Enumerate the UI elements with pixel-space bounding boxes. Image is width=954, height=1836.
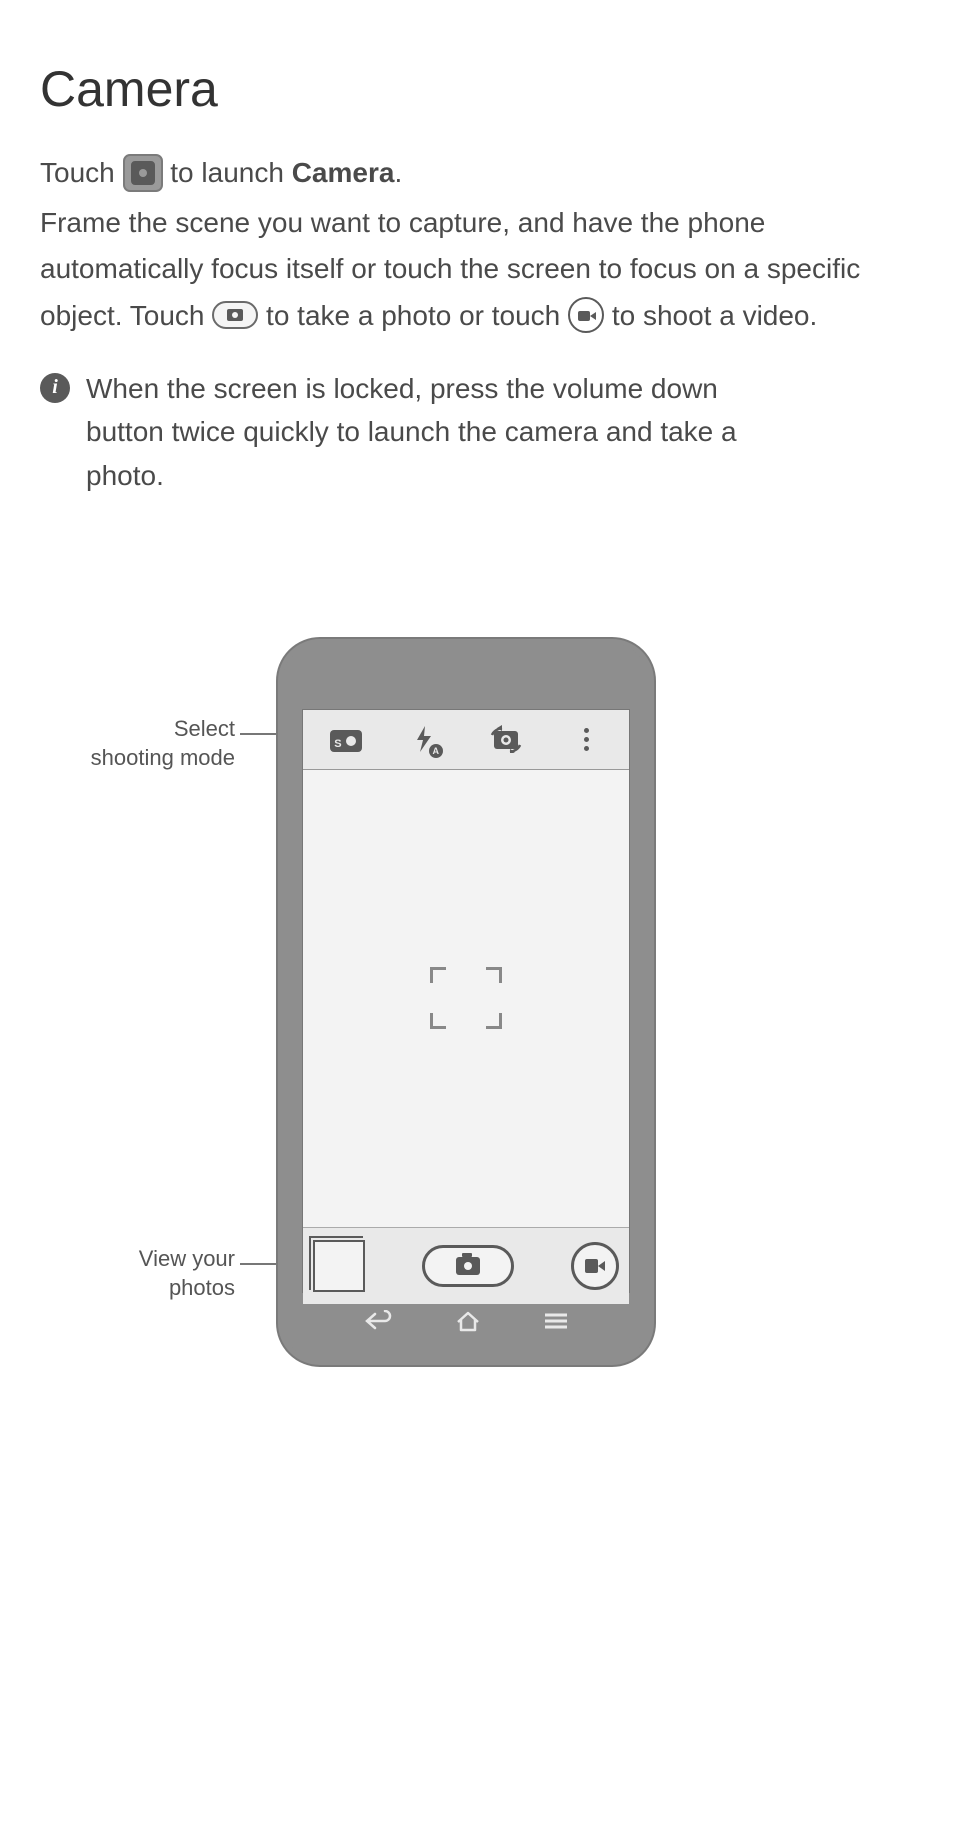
callout-gallery: View your photos [115, 1245, 235, 1302]
shutter-button[interactable] [422, 1245, 514, 1287]
callout-line2: photos [169, 1275, 235, 1300]
shutter-inline-icon [212, 301, 258, 329]
text-fragment: to launch [170, 157, 291, 188]
recent-apps-icon[interactable] [543, 1311, 569, 1331]
video-icon [585, 1259, 605, 1273]
camera-icon [456, 1257, 480, 1275]
camera-top-bar: S A [303, 710, 629, 770]
video-record-button[interactable] [571, 1242, 619, 1290]
tip-block: i When the screen is locked, press the v… [40, 367, 914, 497]
callout-line2: shooting mode [91, 745, 235, 770]
home-icon[interactable] [454, 1310, 482, 1332]
intro-text: Touch to launch Camera. Frame the scene … [40, 150, 914, 339]
text-bold: Camera [292, 157, 395, 188]
video-inline-icon [568, 297, 604, 333]
text-fragment: to take a photo or touch [266, 300, 568, 331]
page-title: Camera [40, 60, 914, 118]
switch-camera-button[interactable] [486, 725, 526, 753]
flash-auto-icon: A [411, 724, 441, 754]
figure: Select shooting mode View your photos S [40, 637, 914, 1397]
focus-indicator-icon [430, 967, 502, 1029]
gallery-button[interactable] [313, 1240, 365, 1292]
viewfinder[interactable] [303, 770, 629, 1228]
phone-screen: S A [302, 709, 630, 1293]
shooting-mode-icon: S [328, 726, 362, 752]
text-fragment: to shoot a video. [612, 300, 817, 331]
camera-app-icon [123, 154, 163, 192]
android-nav-bar [302, 1301, 630, 1341]
callout-line1: View your [139, 1246, 235, 1271]
shooting-mode-button[interactable]: S [325, 726, 365, 752]
callout-shooting-mode: Select shooting mode [75, 715, 235, 772]
back-icon[interactable] [363, 1310, 393, 1332]
kebab-icon [584, 728, 589, 751]
tip-text: When the screen is locked, press the vol… [86, 367, 914, 497]
flash-button[interactable]: A [406, 724, 446, 754]
switch-camera-icon [488, 725, 524, 753]
text-fragment: Touch [40, 157, 123, 188]
phone-mockup: S A [276, 637, 656, 1367]
text-fragment: . [394, 157, 402, 188]
callout-line1: Select [174, 716, 235, 741]
overflow-menu-button[interactable] [567, 728, 607, 751]
info-icon: i [40, 373, 70, 403]
camera-bottom-bar [303, 1228, 629, 1304]
